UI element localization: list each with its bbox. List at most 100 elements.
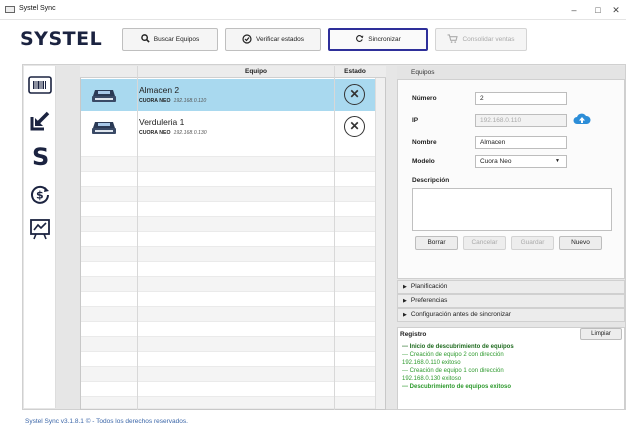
search-icon [140,34,150,45]
table-scrollbar[interactable] [375,78,385,409]
equipo-ip: 192.168.0.130 [173,130,207,136]
sidebar-item-sync[interactable]: S [25,143,54,169]
sidebar-item-import[interactable] [25,108,54,134]
buscar-equipos-button[interactable]: Buscar Equipos [122,28,218,51]
limpiar-button[interactable]: Limpiar [580,328,622,340]
import-arrow-icon [29,110,51,132]
column-divider [334,66,335,410]
log-line: --- Creación de equipo 2 con dirección [402,352,504,358]
modelo-value: Cuora Neo [480,158,512,165]
table-row [81,352,375,367]
equipos-panel-title: Equipos [411,69,435,76]
table-row-equipo-1[interactable]: Almacen 2 CUORA NEO 192.168.0.110 ✕ [81,79,375,111]
cart-icon [447,34,459,45]
table-row [81,262,375,277]
equipo-model: CUORA NEO [139,130,171,136]
table-row [81,292,375,307]
cancelar-button[interactable]: Cancelar [463,236,506,250]
configuracion-accordion[interactable]: ▶ Configuración antes de sincronizar [397,308,625,322]
scale-icon [91,119,117,135]
consolidar-ventas-button[interactable]: Consolidar ventas [435,28,527,51]
descripcion-label: Descripción [412,177,450,184]
money-cycle-icon: $ [29,183,51,205]
preferencias-accordion[interactable]: ▶ Preferencias [397,294,625,308]
numero-field[interactable]: 2 [475,92,567,105]
equipo-name: Almacen 2 [139,85,180,95]
planificacion-label: Planificación [410,283,448,290]
log-line: --- Creación de equipo 1 con dirección [402,368,504,374]
chevron-right-icon: ▶ [403,312,407,318]
scale-icon [91,87,117,103]
verificar-estados-label: Verificar estados [255,36,305,43]
table-row [81,232,375,247]
equipo-model: CUORA NEO [139,98,171,104]
column-divider [137,66,138,410]
chevron-down-icon: ▼ [555,158,560,164]
table-row [81,277,375,292]
planificacion-accordion[interactable]: ▶ Planificación [397,280,625,294]
log-line: 192.168.0.110 exitoso [402,360,461,366]
table-header: Equipo Estado [80,66,386,78]
borrar-button[interactable]: Borrar [415,236,458,250]
equipo-ip: 192.168.0.110 [173,98,207,104]
table-row [81,187,375,202]
svg-text:S: S [32,144,49,168]
table-row [81,142,375,157]
sidebar-item-products[interactable] [25,72,54,98]
chevron-right-icon: ▶ [403,284,407,290]
table-row [81,367,375,382]
svg-text:$: $ [36,189,44,202]
table-row [81,157,375,172]
table-row [81,337,375,352]
barcode-icon [27,75,52,95]
column-header-estado[interactable]: Estado [334,66,376,78]
status-error-icon: ✕ [344,84,365,105]
log-line: --- Inicio de descubrimiento de equipos [402,344,514,350]
verificar-estados-button[interactable]: Verificar estados [225,28,321,51]
systel-s-icon: S [30,144,50,168]
table-row [81,247,375,262]
equipo-name: Verduleria 1 [139,117,185,127]
modelo-label: Modelo [412,158,435,165]
app-icon [5,6,15,13]
chart-board-icon [29,218,51,240]
table-row [81,307,375,322]
ip-label: IP [412,117,419,124]
sincronizar-button[interactable]: Sincronizar [328,28,428,51]
modelo-select[interactable]: Cuora Neo ▼ [475,155,567,168]
numero-label: Número [412,95,437,102]
descripcion-textarea[interactable] [412,188,612,231]
buscar-equipos-label: Buscar Equipos [153,36,200,43]
registro-title: Registro [400,331,427,338]
sincronizar-label: Sincronizar [368,36,401,43]
status-error-icon: ✕ [344,116,365,137]
title-bar [0,0,626,20]
close-button[interactable]: ✕ [605,3,626,17]
nombre-label: Nombre [412,139,437,146]
window-title: Systel Sync [19,5,56,12]
ip-field[interactable]: 192.168.0.110 [475,114,567,127]
nombre-field[interactable]: Almacen [475,136,567,149]
consolidar-ventas-label: Consolidar ventas [462,36,515,43]
table-row [81,202,375,217]
table-row [81,397,375,409]
systel-logo: SYSTEL [20,28,103,50]
preferencias-label: Preferencias [410,297,448,304]
cloud-upload-icon[interactable] [573,112,591,126]
minimize-button[interactable]: – [563,3,585,17]
table-row-equipo-2[interactable]: Verduleria 1 CUORA NEO 192.168.0.130 ✕ [81,111,375,143]
configuracion-label: Configuración antes de sincronizar [410,311,511,318]
table-row [81,172,375,187]
table-row [81,382,375,397]
sidebar-item-reports[interactable] [25,216,54,242]
sync-icon [355,34,364,45]
log-line: 192.168.0.130 exitoso [402,376,462,382]
sidebar-item-sales[interactable]: $ [25,181,54,207]
table-row [81,217,375,232]
check-circle-icon [242,33,252,46]
log-line: --- Descubrimiento de equipos exitoso [402,384,512,390]
chevron-right-icon: ▶ [403,298,407,304]
footer-copyright: Systel Sync v3.1.8.1 © - Todos los derec… [25,418,188,425]
nuevo-button[interactable]: Nuevo [559,236,602,250]
guardar-button[interactable]: Guardar [511,236,554,250]
